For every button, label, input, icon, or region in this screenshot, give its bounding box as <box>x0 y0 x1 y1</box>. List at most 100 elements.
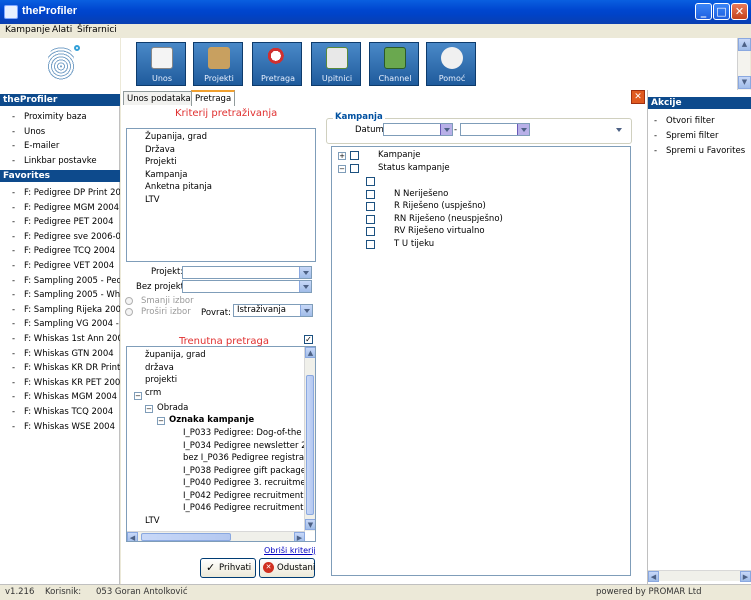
akcije-item[interactable]: - Spremi filter <box>648 129 751 143</box>
trenutna-item[interactable]: projekti <box>145 374 177 386</box>
campaign-item[interactable]: I_P038 Pedigree gift package <box>183 465 306 477</box>
minimize-button[interactable]: _ <box>695 3 712 20</box>
favorite-item[interactable]: - F: Pedigree sve 2006-09 <box>0 230 120 244</box>
obrada-node[interactable]: Obrada <box>157 402 188 414</box>
kriterij-item[interactable]: Projekti <box>145 156 177 168</box>
scroll-thumb[interactable] <box>141 533 231 541</box>
sidebar-item[interactable]: - E-mailer <box>0 139 120 153</box>
toolbar-channel-button[interactable]: Channel <box>369 42 419 86</box>
favorite-item[interactable]: -F: Sampling 2005 - Whiska <box>0 288 120 302</box>
sidebar-item[interactable]: - Proximity baza <box>0 110 120 124</box>
collapse-icon[interactable]: − <box>134 392 142 400</box>
scroll-right-icon[interactable]: ▶ <box>740 571 751 582</box>
campaign-item[interactable]: I_P033 Pedigree: Dog-of-the m <box>183 427 312 439</box>
pin-icon[interactable]: ✕ <box>631 90 645 104</box>
favorite-item[interactable]: -F: Sampling Rijeka 2004 - <box>0 303 120 317</box>
kampanje-checkbox[interactable] <box>350 151 359 160</box>
trenutna-item[interactable]: županija, grad <box>145 349 206 361</box>
toolbar-scrollbar[interactable]: ▲ ▼ <box>737 38 751 90</box>
ltv-item[interactable]: LTV <box>145 515 160 527</box>
status-checkbox[interactable] <box>350 164 359 173</box>
oznaka-node[interactable]: Oznaka kampanje <box>169 414 254 426</box>
favorite-item[interactable]: - F: Pedigree VET 2004 <box>0 259 120 273</box>
menu-sifrarnici[interactable]: Šifrarnici <box>77 25 117 35</box>
menu-kampanje[interactable]: Kampanje <box>5 25 50 35</box>
kriterij-item[interactable]: Kampanja <box>145 169 187 181</box>
favorite-item[interactable]: -F: Sampling 2005 - Pedigr <box>0 274 120 288</box>
tab-pretraga[interactable]: Pretraga <box>191 90 236 106</box>
favorite-item[interactable]: - F: Whiskas 1st Ann 2004 <box>0 332 120 346</box>
favorite-item[interactable]: - F: Whiskas GTN 2004 <box>0 347 120 361</box>
trenutna-tree[interactable]: županija, grad država projekti crm − − Obrada −… <box>126 346 316 542</box>
kampanje-node[interactable]: Kampanje <box>378 149 421 161</box>
status-option-checkbox[interactable] <box>366 214 375 224</box>
toolbar-pomoc-button[interactable]: Pomoć <box>426 42 476 86</box>
toolbar-upitnici-button[interactable]: Upitnici <box>311 42 361 86</box>
trenutna-item[interactable]: država <box>145 362 174 374</box>
status-option-checkbox[interactable] <box>366 239 375 249</box>
campaign-item[interactable]: I_P040 Pedigree 3. recruitmen <box>183 477 311 489</box>
favorite-item[interactable]: -F: Sampling VG 2004 - WI <box>0 317 120 331</box>
favorite-item[interactable]: - F: Pedigree MGM 2004 <box>0 201 120 215</box>
kampanja-tree[interactable]: + Kampanje − Status kampanje N Neriješeno R R… <box>331 146 631 576</box>
datum-from-select[interactable] <box>383 123 453 136</box>
scroll-thumb[interactable] <box>306 375 314 515</box>
povrat-select[interactable]: Istraživanja <box>233 304 313 317</box>
status-option-checkbox[interactable] <box>366 227 375 236</box>
scroll-left-icon[interactable]: ◀ <box>127 532 138 541</box>
scroll-up-icon[interactable]: ▲ <box>305 347 315 358</box>
kriterij-item[interactable]: Županija, grad <box>145 131 207 143</box>
favorite-item[interactable]: - F: Pedigree PET 2004 <box>0 215 120 229</box>
status-node[interactable]: Status kampanje <box>378 162 450 174</box>
trenutna-checkbox[interactable]: ✓ <box>304 335 313 344</box>
bez-projekt-select[interactable] <box>182 280 312 293</box>
projekt-select[interactable] <box>182 266 312 279</box>
collapse-icon[interactable]: − <box>145 405 153 413</box>
status-option-checkbox[interactable] <box>366 177 375 186</box>
trenutna-item[interactable]: crm <box>145 387 161 399</box>
kriterij-item[interactable]: Anketna pitanja <box>145 181 212 193</box>
akcije-item[interactable]: - Otvori filter <box>648 114 751 128</box>
sidebar-item[interactable]: - Unos <box>0 125 120 139</box>
collapse-icon[interactable]: − <box>338 165 346 173</box>
sidebar-item[interactable]: - Linkbar postavke <box>0 154 120 168</box>
trenutna-vscroll[interactable]: ▲ ▼ <box>304 347 315 531</box>
maximize-button[interactable]: □ <box>713 3 730 20</box>
campaign-item[interactable]: I_P034 Pedigree newsletter 20 <box>183 440 312 452</box>
kampanja-dropdown[interactable] <box>530 123 626 136</box>
kriterij-item[interactable]: LTV <box>145 194 160 206</box>
prihvati-button[interactable]: ✓ Prihvati <box>200 558 256 578</box>
collapse-icon[interactable]: − <box>157 417 165 425</box>
campaign-item[interactable]: bez I_P036 Pedigree registraci <box>183 452 311 464</box>
campaign-item[interactable]: I_P042 Pedigree recruitment 2 <box>183 490 312 502</box>
kriterij-list[interactable]: Županija, grad Država Projekti Kampanja Anke… <box>126 128 316 262</box>
favorite-item[interactable]: - F: Whiskas MGM 2004 <box>0 390 120 404</box>
favorite-item[interactable]: - F: Whiskas KR PET 2004 <box>0 376 120 390</box>
favorite-item[interactable]: -F: Pedigree DP Print 2004 <box>0 186 120 200</box>
datum-to-select[interactable] <box>460 123 530 136</box>
odustani-button[interactable]: ✕ Odustani <box>259 558 315 578</box>
status-option-checkbox[interactable] <box>366 202 375 211</box>
favorite-item[interactable]: -F: Whiskas KR DR Print 20 <box>0 361 120 375</box>
toolbar-unos-button[interactable]: Unos <box>136 42 186 86</box>
toolbar-projekti-button[interactable]: Projekti <box>193 42 243 86</box>
favorite-item[interactable]: - F: Whiskas TCQ 2004 <box>0 405 120 419</box>
akcije-item[interactable]: - Spremi u Favorites <box>648 144 751 158</box>
trenutna-hscroll[interactable]: ◀ ▶ <box>127 531 305 541</box>
status-option-checkbox[interactable] <box>366 189 375 199</box>
scroll-left-icon[interactable]: ◀ <box>648 571 659 582</box>
kriterij-item[interactable]: Država <box>145 144 175 156</box>
toolbar-pretraga-button[interactable]: Pretraga <box>252 42 302 86</box>
smanji-radio[interactable] <box>125 297 133 305</box>
campaign-item[interactable]: I_P046 Pedigree recruitment 2 <box>183 502 312 514</box>
expand-icon[interactable]: + <box>338 152 346 160</box>
menu-alati[interactable]: Alati <box>52 25 72 35</box>
right-hscroll[interactable]: ◀ ▶ <box>648 570 751 582</box>
tab-unos-podataka[interactable]: Unos podataka <box>123 91 195 105</box>
scroll-down-icon[interactable]: ▼ <box>738 76 751 89</box>
obrisi-kriterij-link[interactable]: Obriši kriterij <box>264 546 316 555</box>
scroll-up-icon[interactable]: ▲ <box>738 38 751 51</box>
close-button[interactable]: ✕ <box>731 3 748 20</box>
favorite-item[interactable]: - F: Pedigree TCQ 2004 <box>0 244 120 258</box>
scroll-down-icon[interactable]: ▼ <box>305 519 315 530</box>
